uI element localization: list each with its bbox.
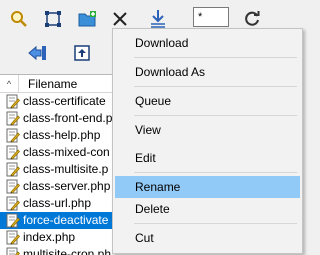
context-menu: Download Download As Queue View Edit Ren…	[112, 28, 303, 254]
download-arrow-icon[interactable]	[147, 8, 169, 30]
menu-item-delete[interactable]: Delete	[115, 198, 300, 220]
menu-item-edit[interactable]: Edit	[115, 147, 300, 169]
menu-separator	[134, 223, 297, 224]
menu-item-label: View	[135, 123, 161, 137]
new-folder-icon[interactable]	[77, 8, 99, 30]
menu-item-label: Cut	[135, 231, 154, 245]
menu-item-label: Delete	[135, 202, 170, 216]
menu-item-rename[interactable]: Rename	[115, 176, 300, 198]
php-file-icon	[6, 230, 20, 245]
php-file-icon	[6, 128, 20, 143]
file-name: index.php	[23, 230, 76, 244]
php-file-icon	[6, 196, 20, 211]
menu-item-download-as[interactable]: Download As	[115, 61, 300, 83]
php-file-icon	[6, 179, 20, 194]
sort-indicator[interactable]: ^	[0, 75, 19, 92]
file-row[interactable]: class-server.php	[0, 178, 112, 195]
file-row[interactable]: class-multisite.p	[0, 161, 112, 178]
php-file-icon	[6, 145, 20, 160]
refresh-icon[interactable]	[241, 8, 263, 30]
file-row[interactable]: index.php	[0, 229, 112, 246]
menu-item-label: Rename	[135, 180, 181, 194]
file-row[interactable]: class-url.php	[0, 195, 112, 212]
file-row[interactable]: class-certificate	[0, 93, 112, 110]
menu-item-cut[interactable]: Cut	[115, 227, 300, 249]
select-region-icon[interactable]	[42, 8, 64, 30]
file-list-header: ^ Filename	[0, 75, 112, 93]
menu-separator	[134, 57, 297, 58]
back-arrow-icon[interactable]	[26, 42, 48, 64]
up-folder-icon[interactable]	[71, 42, 93, 64]
delete-x-icon[interactable]	[109, 8, 131, 30]
file-row[interactable]: class-help.php	[0, 127, 112, 144]
php-file-icon	[6, 111, 20, 126]
menu-item-view[interactable]: View	[115, 119, 300, 141]
menu-item-queue[interactable]: Queue	[115, 90, 300, 112]
menu-item-label: Edit	[135, 151, 156, 165]
file-name: class-help.php	[23, 128, 101, 142]
menu-separator	[134, 86, 297, 87]
menu-separator	[134, 115, 297, 116]
file-name: class-url.php	[23, 196, 92, 210]
file-name: class-certificate	[23, 94, 106, 108]
menu-item-label: Queue	[135, 94, 172, 108]
php-file-icon	[6, 213, 20, 228]
file-row[interactable]: class-mixed-con	[0, 144, 112, 161]
file-name: class-server.php	[23, 179, 111, 193]
file-name: class-front-end.p	[23, 111, 112, 125]
menu-separator	[134, 172, 297, 173]
file-name: class-mixed-con	[23, 145, 110, 159]
search-icon[interactable]	[8, 8, 30, 30]
file-row[interactable]: class-front-end.p	[0, 110, 112, 127]
file-row[interactable]: force-deactivate	[0, 212, 112, 229]
file-name: force-deactivate	[23, 213, 109, 227]
menu-item-label: Download As	[135, 65, 206, 79]
php-file-icon	[6, 162, 20, 177]
column-header-filename[interactable]: Filename	[28, 77, 77, 91]
file-name: class-multisite.p	[23, 162, 109, 176]
php-file-icon	[6, 94, 20, 109]
menu-item-download[interactable]: Download	[115, 32, 300, 54]
menu-item-label: Download	[135, 36, 189, 50]
filter-input[interactable]	[193, 7, 229, 27]
file-list[interactable]: ^ Filename class-certificate class-front-…	[0, 74, 112, 255]
